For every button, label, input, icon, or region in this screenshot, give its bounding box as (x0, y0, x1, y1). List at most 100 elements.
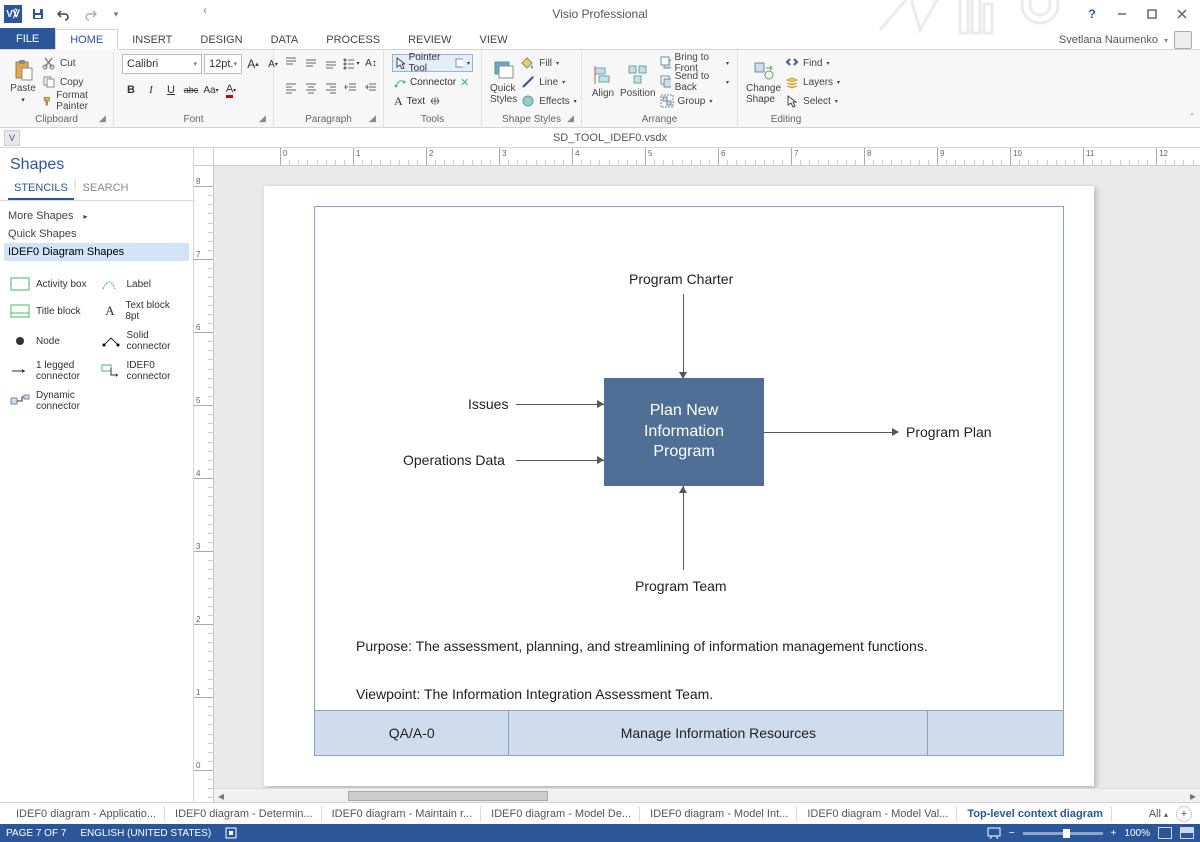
connector-tool[interactable]: Connector✕ (392, 73, 471, 91)
arrow-right[interactable] (764, 432, 898, 433)
zoom-out[interactable]: − (1009, 828, 1015, 839)
align-right[interactable] (322, 79, 340, 97)
close-button[interactable] (1168, 3, 1196, 25)
label-left1[interactable]: Issues (468, 396, 508, 412)
layers-button[interactable]: Layers▾ (785, 73, 840, 91)
pane-collapse[interactable]: ‹ (198, 0, 212, 20)
tab-insert[interactable]: INSERT (118, 30, 186, 49)
shape-title-block[interactable]: Title block (8, 297, 95, 325)
zoom-in[interactable]: + (1111, 828, 1117, 839)
font-color-button[interactable]: A▾ (222, 81, 240, 99)
font-selector[interactable]: Calibri▾ (122, 54, 202, 74)
tab-design[interactable]: DESIGN (186, 30, 256, 49)
bring-front-button[interactable]: Bring to Front▾ (660, 54, 729, 72)
case-button[interactable]: Aa▾ (202, 81, 220, 99)
status-page[interactable]: PAGE 7 OF 7 (6, 828, 66, 839)
tab-view[interactable]: VIEW (465, 30, 521, 49)
arrow-bottom[interactable] (683, 486, 684, 570)
quick-shapes[interactable]: Quick Shapes (8, 225, 185, 243)
doc-icon[interactable]: V (4, 130, 20, 146)
label-top[interactable]: Program Charter (629, 271, 733, 287)
qat-save[interactable] (28, 4, 48, 24)
align-center[interactable] (302, 79, 320, 97)
viewpoint-text[interactable]: Viewpoint: The Information Integration A… (356, 686, 713, 702)
collapse-ribbon[interactable]: ˆ (1191, 113, 1194, 124)
tab-file[interactable]: FILE (0, 28, 55, 49)
purpose-text[interactable]: Purpose: The assessment, planning, and s… (356, 638, 928, 654)
align-top[interactable] (282, 54, 300, 72)
orientation[interactable]: A↕ (362, 54, 380, 72)
indent-inc[interactable] (362, 79, 380, 97)
status-lang[interactable]: ENGLISH (UNITED STATES) (80, 828, 211, 839)
idef0-activity-box[interactable]: Plan New Information Program (604, 378, 764, 486)
zoom-slider[interactable] (1023, 832, 1103, 835)
stencil-idef0[interactable]: IDEF0 Diagram Shapes (4, 243, 189, 261)
align-middle[interactable] (302, 54, 320, 72)
grow-font[interactable]: A▴ (244, 55, 262, 73)
zoom-level[interactable]: 100% (1124, 828, 1150, 839)
strike-button[interactable]: abc (182, 81, 200, 99)
effects-button[interactable]: Effects▾ (521, 92, 576, 110)
line-button[interactable]: Line▾ (521, 73, 576, 91)
pagetab-0[interactable]: IDEF0 diagram - Applicatio... (8, 806, 165, 822)
more-shapes[interactable]: More Shapes▸ (8, 207, 185, 225)
scroll-right[interactable]: ▸ (1186, 789, 1200, 803)
search-tab[interactable]: SEARCH (77, 178, 135, 200)
align-button[interactable]: Align (590, 54, 616, 109)
select-button[interactable]: Select▾ (785, 92, 840, 110)
user-name[interactable]: Svetlana Naumenko (1059, 34, 1158, 46)
macro-icon[interactable] (225, 827, 237, 839)
send-back-button[interactable]: Send to Back▾ (660, 73, 729, 91)
horizontal-scrollbar[interactable]: ◂ ▸ (214, 788, 1200, 802)
find-button[interactable]: Find▾ (785, 54, 840, 72)
clipboard-launcher[interactable]: ◢ (99, 113, 111, 125)
font-launcher[interactable]: ◢ (259, 113, 271, 125)
pagetabs-all[interactable]: All ▴ (1149, 808, 1168, 820)
italic-button[interactable]: I (142, 81, 160, 99)
title-block[interactable]: QA/A-0 Manage Information Resources (314, 710, 1064, 756)
shape-label[interactable]: Label (99, 273, 186, 295)
page[interactable]: Plan New Information Program Program Cha… (264, 186, 1094, 786)
change-shape-button[interactable]: Change Shape (746, 54, 781, 109)
shape-dynamic-connector[interactable]: Dynamic connector (8, 387, 95, 415)
quick-styles-button[interactable]: Quick Styles (490, 54, 517, 109)
shape-node[interactable]: Node (8, 327, 95, 355)
bold-button[interactable]: B (122, 81, 140, 99)
shape-idef0-connector[interactable]: IDEF0 connector (99, 357, 186, 385)
canvas[interactable]: Plan New Information Program Program Cha… (214, 166, 1200, 788)
arrow-top[interactable] (683, 294, 684, 378)
pagetab-5[interactable]: IDEF0 diagram - Model Val... (799, 806, 957, 822)
fit-page[interactable] (1158, 827, 1172, 839)
maximize-button[interactable] (1138, 3, 1166, 25)
indent-dec[interactable] (342, 79, 360, 97)
text-tool[interactable]: AText (392, 92, 443, 110)
align-left[interactable] (282, 79, 300, 97)
pagetab-1[interactable]: IDEF0 diagram - Determin... (167, 806, 322, 822)
qat-customize[interactable]: ▾ (106, 4, 126, 24)
paragraph-launcher[interactable]: ◢ (369, 113, 381, 125)
presentation-icon[interactable] (987, 827, 1001, 839)
label-right[interactable]: Program Plan (906, 424, 992, 440)
tab-process[interactable]: PROCESS (312, 30, 394, 49)
arrow-left2[interactable] (516, 460, 604, 461)
fill-button[interactable]: Fill▾ (521, 54, 576, 72)
shape-solid-connector[interactable]: Solid connector (99, 327, 186, 355)
scroll-left[interactable]: ◂ (214, 789, 228, 803)
avatar[interactable] (1174, 31, 1192, 49)
tab-home[interactable]: HOME (55, 29, 118, 50)
format-painter-button[interactable]: Format Painter (42, 92, 105, 110)
qat-undo[interactable] (54, 4, 74, 24)
font-size-selector[interactable]: 12pt.▾ (204, 54, 242, 74)
arrow-left1[interactable] (516, 404, 604, 405)
tab-data[interactable]: DATA (257, 30, 313, 49)
help-button[interactable]: ? (1078, 3, 1106, 25)
shapestyles-launcher[interactable]: ◢ (567, 113, 579, 125)
pagetab-4[interactable]: IDEF0 diagram - Model Int... (642, 806, 797, 822)
shape-1legged[interactable]: 1 legged connector (8, 357, 95, 385)
pointer-tool[interactable]: Pointer Tool▾ (392, 54, 473, 72)
label-bottom[interactable]: Program Team (635, 578, 727, 594)
label-left2[interactable]: Operations Data (403, 452, 505, 468)
minimize-button[interactable] (1108, 3, 1136, 25)
shape-text-block[interactable]: AText block 8pt (99, 297, 186, 325)
fit-width[interactable] (1180, 827, 1194, 839)
